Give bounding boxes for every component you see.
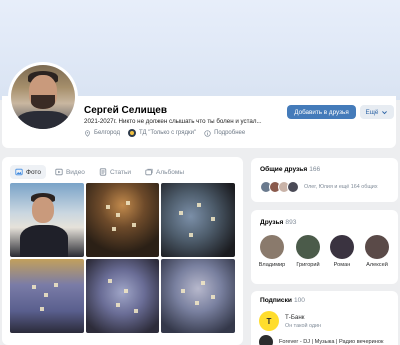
tab-photos-label: Фото — [26, 168, 41, 176]
subscription-item[interactable]: Forever - DJ | Музыка | Радио вечеринок — [259, 335, 383, 345]
subscription-name: Forever - DJ | Музыка | Радио вечеринок — [279, 339, 384, 345]
common-friends-card[interactable] — [251, 158, 398, 202]
photo-thumbnail[interactable] — [85, 183, 160, 257]
image-icon — [15, 168, 23, 176]
subscription-text: Т-Банк Он такой один — [285, 314, 321, 329]
tab-articles[interactable]: Статьи — [94, 165, 136, 179]
friends-title-text: Друзья — [260, 219, 284, 226]
avatar — [365, 235, 389, 259]
friend-name: Владимир — [258, 262, 286, 268]
organization-logo-icon — [128, 129, 137, 137]
tab-albums-label: Альбомы — [156, 168, 185, 176]
media-tabs: Фото Видео Статьи Альбомы — [10, 165, 189, 179]
tab-photos[interactable]: Фото — [10, 165, 46, 179]
location-pin-icon — [85, 129, 90, 137]
video-icon — [55, 168, 63, 176]
friends-count: 893 — [285, 219, 297, 226]
common-friends-title-text: Общие друзья — [260, 166, 308, 173]
add-friend-button[interactable]: Добавить в друзья — [287, 105, 356, 119]
subscriptions-count: 100 — [293, 297, 305, 304]
subscriptions-title[interactable]: Подписки 100 — [260, 297, 305, 304]
more-label: Ещё — [365, 108, 379, 116]
photo-thumbnail[interactable] — [161, 259, 235, 333]
profile-avatar[interactable] — [8, 62, 78, 132]
photo-thumbnail[interactable] — [10, 183, 84, 257]
friend-item[interactable]: Алексей — [359, 235, 395, 268]
photo-thumbnail[interactable] — [10, 259, 84, 333]
avatar — [330, 235, 354, 259]
avatar-photo — [11, 65, 75, 129]
avatar — [296, 235, 320, 259]
friend-item[interactable]: Григорий — [290, 235, 326, 268]
subscription-desc: Он такой один — [285, 322, 322, 329]
photo-thumbnail[interactable] — [85, 259, 160, 333]
common-friends-title: Общие друзья 166 — [260, 166, 320, 173]
more-button[interactable]: Ещё — [360, 105, 394, 119]
friend-name: Роман — [333, 262, 351, 268]
photo-grid — [10, 183, 235, 333]
info-icon — [204, 129, 211, 137]
friends-title[interactable]: Друзья 893 — [260, 219, 296, 226]
location-item: Белгород — [84, 129, 121, 137]
subscription-item[interactable]: Т Т-Банк Он такой один — [259, 311, 321, 331]
organization-text[interactable]: ТД "Только с грядки" — [139, 130, 196, 136]
friend-name: Алексей — [366, 262, 388, 268]
organization-item[interactable]: ТД "Только с грядки" — [128, 129, 196, 137]
photo-thumbnail[interactable] — [161, 183, 235, 257]
radio-logo-icon — [259, 335, 273, 345]
tab-articles-label: Статьи — [109, 168, 132, 176]
common-friends-count: 166 — [309, 166, 321, 173]
details-link[interactable]: Подробнее — [204, 129, 245, 137]
chevron-down-icon — [382, 110, 388, 114]
tab-albums[interactable]: Альбомы — [140, 165, 189, 179]
article-icon — [99, 168, 107, 176]
subscription-name: Т-Банк — [285, 313, 305, 321]
profile-status: 2021-2027г. Никто не должен слышать что … — [84, 118, 262, 125]
profile-meta: Белгород ТД "Только с грядки" Подробнее — [84, 129, 245, 137]
avatar — [260, 235, 284, 259]
subscriptions-title-text: Подписки — [260, 297, 292, 304]
tab-videos[interactable]: Видео — [50, 165, 90, 179]
friend-item[interactable]: Владимир — [254, 235, 290, 268]
common-friends-avatars — [260, 181, 299, 193]
profile-name: Сергей Селищев — [84, 105, 167, 116]
tab-videos-label: Видео — [65, 168, 85, 176]
tbank-logo-icon: Т — [259, 311, 279, 331]
friend-name: Григорий — [296, 262, 320, 268]
common-friends-text: Олег, Юлия и ещё 164 общих — [304, 184, 378, 190]
location-text: Белгород — [94, 130, 121, 136]
albums-icon — [145, 168, 153, 176]
avatar — [287, 181, 299, 193]
details-label[interactable]: Подробнее — [214, 130, 245, 136]
friend-item[interactable]: Роман — [324, 235, 360, 268]
